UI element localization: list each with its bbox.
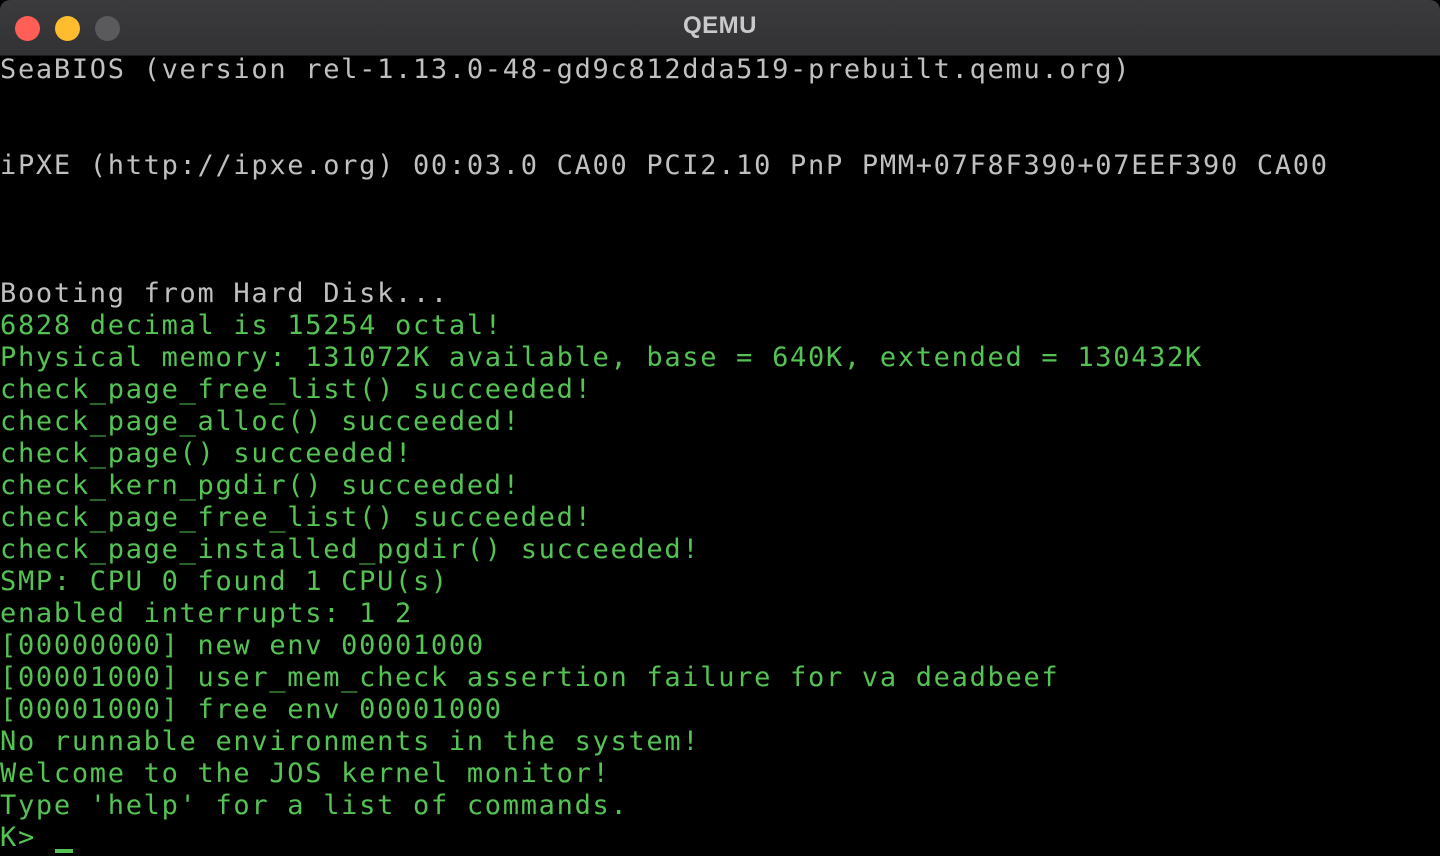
console-line: 6828 decimal is 15254 octal! — [0, 310, 503, 341]
title-bar[interactable]: QEMU — [0, 0, 1440, 56]
console-line: Type 'help' for a list of commands. — [0, 790, 629, 821]
console-line: enabled interrupts: 1 2 — [0, 598, 413, 629]
vm-console[interactable]: SeaBIOS (version rel-1.13.0-48-gd9c812dd… — [0, 56, 1440, 856]
seabios-version-line: SeaBIOS (version rel-1.13.0-48-gd9c812dd… — [0, 56, 1132, 85]
console-line: SMP: CPU 0 found 1 CPU(s) — [0, 566, 449, 597]
console-line: check_page() succeeded! — [0, 438, 413, 469]
qemu-window: QEMU SeaBIOS (version rel-1.13.0-48-gd9c… — [0, 0, 1440, 856]
console-line: check_kern_pgdir() succeeded! — [0, 470, 521, 501]
console-line: check_page_free_list() succeeded! — [0, 374, 593, 405]
monitor-prompt[interactable]: K> — [0, 822, 54, 854]
console-line: [00001000] free env 00001000 — [0, 694, 503, 725]
console-line: check_page_alloc() succeeded! — [0, 406, 521, 437]
text-cursor — [55, 849, 73, 853]
console-line: Welcome to the JOS kernel monitor! — [0, 758, 611, 789]
console-line: Physical memory: 131072K available, base… — [0, 342, 1204, 373]
booting-line: Booting from Hard Disk... — [0, 278, 449, 309]
console-line: No runnable environments in the system! — [0, 726, 701, 757]
console-line: [00000000] new env 00001000 — [0, 630, 485, 661]
console-line: check_page_free_list() succeeded! — [0, 502, 593, 533]
ipxe-line: iPXE (http://ipxe.org) 00:03.0 CA00 PCI2… — [0, 150, 1329, 181]
console-line: check_page_installed_pgdir() succeeded! — [0, 534, 701, 565]
console-line: [00001000] user_mem_check assertion fail… — [0, 662, 1060, 693]
window-title: QEMU — [683, 12, 757, 39]
